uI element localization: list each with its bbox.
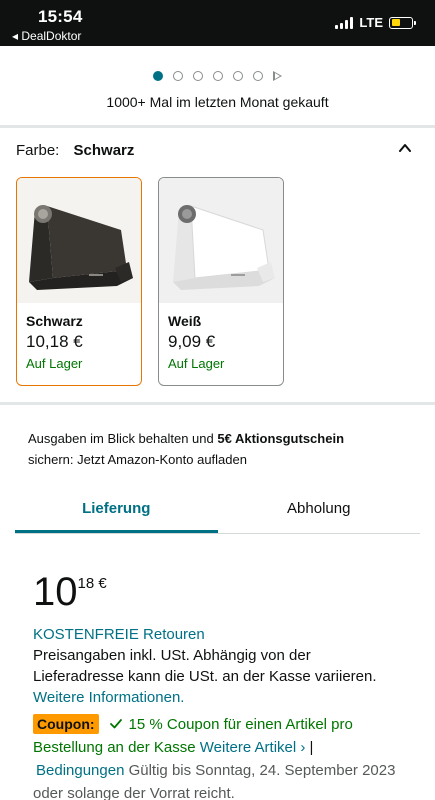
- signal-icon: [335, 16, 354, 29]
- carousel-dot[interactable]: [193, 71, 203, 81]
- conditions-link[interactable]: Bedingungen: [36, 762, 124, 779]
- color-option-name: Weiß: [168, 313, 202, 329]
- play-video-icon[interactable]: [273, 71, 282, 81]
- status-indicators: LTE: [335, 15, 416, 30]
- color-option-price: 9,09 €: [168, 332, 216, 351]
- status-bar: 15:54 ◂ DealDoktor LTE: [0, 0, 435, 46]
- color-option-name: Schwarz: [26, 313, 83, 329]
- separator: |: [309, 739, 314, 756]
- amazon-topup-promo[interactable]: Ausgaben im Blick behalten und 5€ Aktion…: [28, 428, 408, 470]
- tablet-stand-black-image: [17, 178, 141, 303]
- tax-note: Preisangaben inkl. USt. Abhängig von der…: [33, 647, 377, 685]
- product-image-black: [17, 178, 141, 303]
- color-option-weiss[interactable]: Weiß 9,09 € Auf Lager: [158, 177, 284, 386]
- color-label: Farbe:: [16, 142, 60, 159]
- more-info-link[interactable]: Weitere Informationen.: [33, 687, 403, 708]
- stock-status: Auf Lager: [168, 356, 225, 371]
- color-option-schwarz[interactable]: Schwarz 10,18 € Auf Lager: [16, 177, 142, 386]
- product-image-white: [159, 178, 283, 303]
- back-to-app-link[interactable]: ◂ DealDoktor: [12, 29, 81, 43]
- promo-text: Ausgaben im Blick behalten und: [28, 431, 218, 446]
- section-divider: [0, 125, 435, 128]
- delivery-info: KOSTENFREIE Retouren Preisangaben inkl. …: [33, 624, 403, 708]
- price-whole: 10: [33, 570, 78, 614]
- more-items-link[interactable]: Weitere Artikel ›: [200, 739, 306, 756]
- tab-lieferung[interactable]: Lieferung: [15, 492, 218, 533]
- network-type: LTE: [359, 15, 383, 30]
- promo-highlight: 5€ Aktionsgutschein: [217, 431, 345, 446]
- coupon-badge: Coupon:: [33, 714, 99, 734]
- stock-status: Auf Lager: [26, 356, 83, 371]
- color-selection-header[interactable]: Farbe: Schwarz: [16, 142, 134, 159]
- check-icon[interactable]: [109, 717, 123, 731]
- price-fraction: 18 €: [77, 575, 107, 592]
- section-divider: [0, 402, 435, 405]
- carousel-dot[interactable]: [233, 71, 243, 81]
- status-time: 15:54: [38, 7, 83, 26]
- coupon-section: Coupon: 15 % Coupon für einen Artikel pro…: [33, 713, 403, 800]
- battery-icon: [389, 16, 416, 29]
- promo-text: sichern: Jetzt Amazon-Konto aufladen: [28, 452, 247, 467]
- fulfillment-tabs: Lieferung Abholung: [15, 492, 420, 534]
- tab-abholung[interactable]: Abholung: [218, 492, 421, 533]
- free-returns-link[interactable]: KOSTENFREIE Retouren: [33, 624, 403, 645]
- selected-color: Schwarz: [73, 142, 135, 159]
- carousel-dot[interactable]: [253, 71, 263, 81]
- carousel-dot[interactable]: [173, 71, 183, 81]
- chevron-up-icon[interactable]: [399, 142, 411, 154]
- tablet-stand-white-image: [159, 178, 283, 303]
- price-display: 1018 €: [33, 570, 107, 615]
- carousel-dot[interactable]: [153, 71, 163, 81]
- bought-count-text: 1000+ Mal im letzten Monat gekauft: [106, 94, 329, 110]
- image-carousel-dots[interactable]: [0, 71, 435, 81]
- color-option-price: 10,18 €: [26, 332, 83, 351]
- carousel-dot[interactable]: [213, 71, 223, 81]
